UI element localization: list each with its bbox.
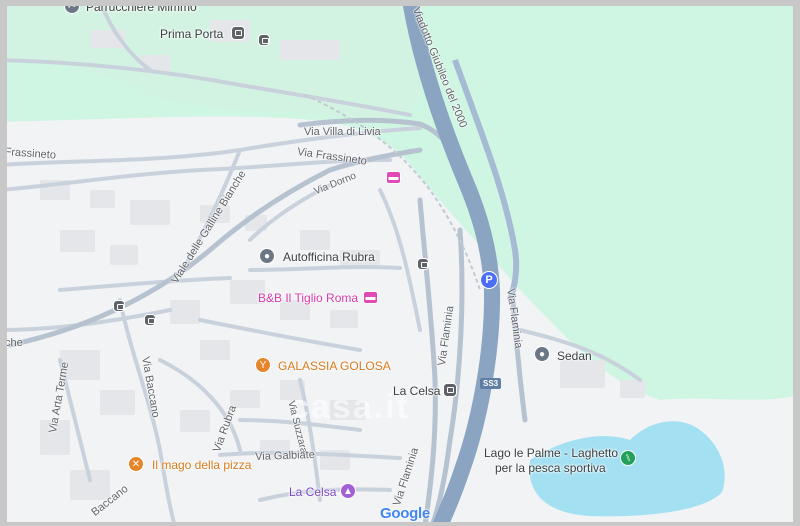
street-label-che: che	[5, 337, 23, 349]
google-logo-text: Google	[380, 505, 430, 522]
hotel-icon-bnb[interactable]: ▬	[363, 291, 378, 304]
car-repair-icon[interactable]: ●	[259, 248, 275, 264]
bus-stop-icon-left[interactable]	[113, 300, 125, 312]
pizza-restaurant-icon[interactable]: ✕	[128, 456, 144, 472]
map-base-layer	[7, 6, 793, 522]
watermark: casa.it	[290, 388, 410, 426]
place-label-la-celsa-station[interactable]: La Celsa	[393, 385, 440, 397]
cafe-icon[interactable]: Y	[255, 357, 271, 373]
church-icon[interactable]: ▲	[340, 483, 356, 499]
bus-stop-icon-flaminia[interactable]	[417, 258, 429, 270]
train-station-icon[interactable]	[231, 26, 245, 40]
street-label-galbiate: Via Galbiate	[254, 448, 316, 463]
place-label-mago-pizza[interactable]: Il mago della pizza	[152, 459, 251, 471]
place-label-prima-porta[interactable]: Prima Porta	[160, 28, 223, 40]
parking-icon[interactable]: P	[480, 271, 498, 289]
street-label-villa-di-livia: Via Villa di Livia	[304, 126, 381, 138]
train-station-icon-la-celsa[interactable]	[443, 383, 457, 397]
google-logo: Google	[380, 505, 430, 522]
hotel-icon-north[interactable]: ▬	[386, 171, 401, 184]
place-label-autofficina[interactable]: Autofficina Rubra	[283, 251, 375, 263]
place-label-lago-line2[interactable]: per la pesca sportiva	[495, 462, 606, 474]
place-label-sedan[interactable]: Sedan	[557, 350, 592, 362]
place-label-lago-line1[interactable]: Lago le Palme - Laghetto	[484, 447, 618, 459]
place-label-galassia[interactable]: GALASSIA GOLOSA	[278, 360, 391, 372]
map-canvas[interactable]: casa.it Viadotto Giubileo del 2000 Via V…	[5, 6, 793, 522]
bus-stop-icon[interactable]	[258, 34, 270, 46]
map-frame: casa.it Viadotto Giubileo del 2000 Via V…	[0, 0, 800, 526]
place-label-bnb[interactable]: B&B Il Tiglio Roma	[258, 292, 358, 304]
place-label-parrucchiere[interactable]: Parrucchiere Mimmo	[86, 6, 197, 13]
road-shield-ss3: SS3	[480, 378, 502, 389]
bus-stop-icon-middle[interactable]	[144, 314, 156, 326]
place-label-la-celsa-church[interactable]: La Celsa	[289, 486, 336, 498]
sedan-pin-icon[interactable]: ●	[534, 346, 550, 362]
fishing-spot-icon[interactable]: ⑊	[620, 450, 636, 466]
